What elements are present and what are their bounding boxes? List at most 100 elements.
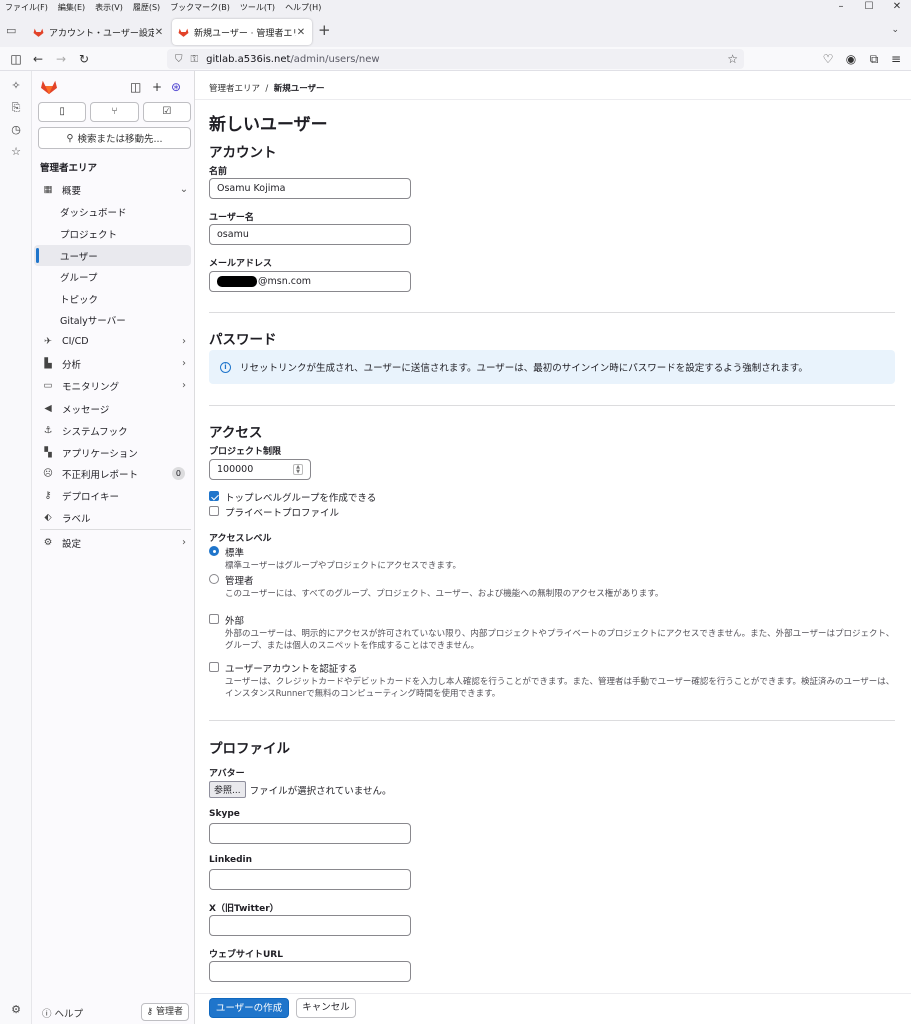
sidebar-item-deploy-keys[interactable]: ⚷ デプロイキー [34,485,191,506]
checkbox-checked[interactable] [209,491,219,501]
access-level-regular[interactable]: 標準 標準ユーザーはグループやプロジェクトにアクセスできます。 [209,545,899,572]
sidebar-item-settings[interactable]: ⚙ 設定 › [34,532,191,553]
forward-icon[interactable]: → [53,51,69,67]
user-avatar-icon[interactable]: ⊛ [171,80,181,94]
sidebar-item-overview[interactable]: ▦ 概要 ⌄ [34,179,191,200]
close-window-icon[interactable]: ✕ [883,0,911,14]
username-field[interactable]: osamu [209,224,411,245]
issues-button[interactable]: ▯ [38,102,87,122]
list-tabs-icon[interactable]: ⌄ [891,25,899,35]
merge-requests-button[interactable]: ⑂ [90,102,139,122]
shield-icon[interactable]: ⛉ [175,54,183,65]
validate-account-checkbox[interactable]: ユーザーアカウントを認証する ユーザーは、クレジットカードやデビットカードを入力… [209,661,895,700]
chevron-right-icon: › [182,380,186,391]
skype-field[interactable] [209,823,411,844]
bookmark-star-icon[interactable]: ☆ [727,52,738,66]
sidebar-item-cicd[interactable]: ✈ CI/CD › [34,331,191,352]
radio-unselected[interactable] [209,574,219,584]
sidebar-item-labels[interactable]: ⬖ ラベル [34,507,191,528]
breadcrumb-admin-area[interactable]: 管理者エリア [209,84,260,94]
regular-title: 標準 [225,548,245,559]
close-tab-icon[interactable]: ✕ [296,27,306,38]
sidebar-item-groups[interactable]: グループ [34,266,191,287]
url-host: gitlab.a536is.net [206,53,291,65]
password-alert-text: リセットリンクが生成され、ユーザーに送信されます。ユーザーは、最初のサインイン時… [240,363,808,374]
address-bar[interactable]: ⛉ ⚿ gitlab.a536is.net/admin/users/new ☆ [167,49,744,69]
project-limit-input[interactable]: 100000 ▲ ▼ [209,459,311,480]
sidebar-item-label: 分析 [62,359,82,371]
bookmarks-icon[interactable]: ☆ [9,145,23,158]
name-field[interactable]: Osamu Kojima [209,178,411,199]
maximize-icon[interactable]: ☐ [855,0,883,14]
website-field[interactable] [209,961,411,982]
sidebar-toggle-icon[interactable]: ◫ [8,51,24,67]
menu-history[interactable]: 履歴(S) [128,2,165,13]
sidebar-item-dashboard[interactable]: ダッシュボード [34,201,191,222]
tab-new-user[interactable]: 新規ユーザー · 管理者エリア · GitLab ✕ [172,19,312,45]
sidebar-item-users[interactable]: ユーザー [34,245,191,266]
pocket-icon[interactable]: ♡ [820,51,836,67]
access-level-admin[interactable]: 管理者 このユーザーには、すべてのグループ、プロジェクト、ユーザー、および機能へ… [209,573,899,600]
menu-bookmarks[interactable]: ブックマーク(B) [165,2,235,13]
collapse-sidebar-icon[interactable]: ◫ [130,80,141,94]
admin-label: 管理者 [155,1007,183,1017]
gitlab-logo-icon[interactable] [40,79,58,95]
can-create-group-checkbox[interactable]: トップレベルグループを作成できる [209,490,376,504]
back-icon[interactable]: ← [30,51,46,67]
url-path: /admin/users/new [290,53,380,65]
private-profile-checkbox[interactable]: プライベートプロファイル [209,505,339,519]
ai-chat-icon[interactable]: ✧ [9,79,23,92]
synced-tabs-icon[interactable]: ⎘ [9,101,23,115]
sidebar-item-label: トピック [60,294,99,306]
lock-icon[interactable]: ⚿ [191,54,199,65]
sidebar-item-messages[interactable]: ◀ メッセージ [34,398,191,419]
browse-button[interactable]: 参照... [209,781,246,798]
history-icon[interactable]: ◷ [9,123,23,136]
search-button[interactable]: ⚲ 検索または移動先... [38,127,191,149]
close-tab-icon[interactable]: ✕ [154,27,164,38]
create-user-button[interactable]: ユーザーの作成 [209,998,289,1018]
email-field[interactable]: @msn.com [209,271,411,292]
menu-view[interactable]: 表示(V) [90,2,128,13]
extensions-icon[interactable]: ⧉ [866,51,882,67]
checkbox-unchecked[interactable] [209,506,219,516]
key-icon: ⚷ [44,490,52,501]
minimize-icon[interactable]: – [827,0,855,14]
sidebar-item-gitaly-servers[interactable]: Gitalyサーバー [34,309,191,330]
sidebar-item-analytics[interactable]: ▙ 分析 › [34,353,191,374]
checkbox-unchecked[interactable] [209,614,219,624]
firefox-view-icon[interactable]: ▭ [6,24,20,37]
twitter-field[interactable] [209,915,411,936]
window-controls: – ☐ ✕ [827,0,911,14]
number-spinner-icon[interactable]: ▲ ▼ [293,464,303,475]
count-badge: 0 [171,467,185,480]
sidebar-item-system-hooks[interactable]: ⚓ システムフック [34,420,191,441]
sidebar-item-monitoring[interactable]: ▭ モニタリング › [34,375,191,396]
todos-button[interactable]: ☑ [142,102,191,122]
tab-account-settings[interactable]: アカウント・ユーザー設定 · GitLab ✕ [27,19,170,45]
email-value: @msn.com [258,276,312,287]
new-tab-button[interactable]: + [318,23,331,38]
sidebar-item-abuse-reports[interactable]: ☹ 不正利用レポート 0 [34,463,191,484]
help-button[interactable]: ⓘ ヘルプ [42,1006,83,1020]
menu-file[interactable]: ファイル(F) [0,2,53,13]
linkedin-field[interactable] [209,869,411,890]
sidebar-item-projects[interactable]: プロジェクト [34,223,191,244]
avatar-file-input[interactable]: 参照... ファイルが選択されていません。 [209,781,392,798]
admin-area-button[interactable]: ⚷ 管理者 [140,1003,189,1021]
sidebar-item-label: ユーザー [60,251,98,263]
menu-edit[interactable]: 編集(E) [53,2,90,13]
cancel-button[interactable]: キャンセル [296,998,356,1018]
radio-selected[interactable] [209,546,219,556]
menu-tools[interactable]: ツール(T) [235,2,280,13]
customize-icon[interactable]: ⚙ [9,1003,23,1016]
sidebar-item-applications[interactable]: ▚ アプリケーション [34,442,191,463]
checkbox-unchecked[interactable] [209,662,219,672]
menu-help[interactable]: ヘルプ(H) [280,2,326,13]
external-user-checkbox[interactable]: 外部 外部のユーザーは、明示的にアクセスが許可されていない限り、内部プロジェクト… [209,613,895,652]
app-menu-icon[interactable]: ≡ [888,51,904,67]
account-icon[interactable]: ◉ [843,51,859,67]
reload-icon[interactable]: ↻ [76,51,92,67]
create-new-icon[interactable]: + [152,80,162,94]
sidebar-item-topics[interactable]: トピック [34,288,191,309]
